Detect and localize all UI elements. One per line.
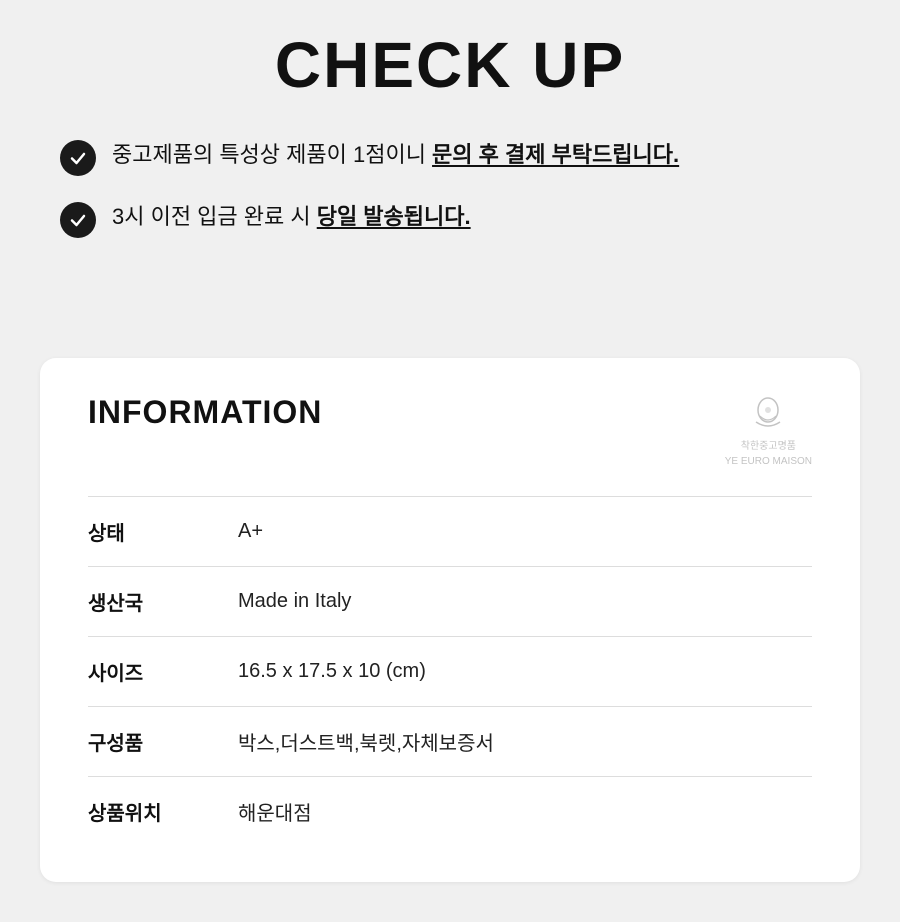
brand-logo-name: 착한중고명품	[741, 440, 796, 453]
info-section-title: INFORMATION	[88, 394, 322, 431]
info-value-status: A+	[238, 520, 263, 543]
brand-logo-sub: YE EURO MAISON	[725, 455, 812, 468]
top-section: CHECK UP 중고제품의 특성상 제품이 1점이니 문의 후 결제 부탁드립…	[0, 0, 900, 298]
info-label-country: 생산국	[88, 587, 198, 616]
info-value-country: Made in Italy	[238, 590, 351, 613]
info-value-location: 해운대점	[238, 797, 312, 826]
info-rows-container: 상태 A+ 생산국 Made in Italy 사이즈 16.5 x 17.5 …	[88, 496, 812, 846]
check-text-2: 3시 이전 입금 완료 시 당일 발송됩니다.	[112, 200, 471, 233]
brand-logo: 착한중고명품 YE EURO MAISON	[725, 394, 812, 468]
page-title: CHECK UP	[60, 28, 840, 102]
check-item-2: 3시 이전 입금 완료 시 당일 발송됩니다.	[60, 200, 840, 238]
info-value-size: 16.5 x 17.5 x 10 (cm)	[238, 660, 426, 683]
info-row-country: 생산국 Made in Italy	[88, 566, 812, 636]
info-row-status: 상태 A+	[88, 496, 812, 566]
check-item-1: 중고제품의 특성상 제품이 1점이니 문의 후 결제 부탁드립니다.	[60, 138, 840, 176]
info-card: INFORMATION 착한중고명품 YE EURO MAISON 상태 A+ …	[40, 358, 860, 882]
info-row-size: 사이즈 16.5 x 17.5 x 10 (cm)	[88, 636, 812, 706]
info-label-status: 상태	[88, 517, 198, 546]
checkmark-icon-1	[60, 140, 96, 176]
info-label-location: 상품위치	[88, 797, 198, 826]
info-section: INFORMATION 착한중고명품 YE EURO MAISON 상태 A+ …	[0, 358, 900, 922]
check-text-1: 중고제품의 특성상 제품이 1점이니 문의 후 결제 부탁드립니다.	[112, 138, 679, 171]
checkmark-icon-2	[60, 202, 96, 238]
spacer	[0, 298, 900, 358]
info-label-size: 사이즈	[88, 657, 198, 686]
brand-logo-svg	[746, 394, 790, 438]
info-header: INFORMATION 착한중고명품 YE EURO MAISON	[88, 394, 812, 468]
info-value-components: 박스,더스트백,북렛,자체보증서	[238, 727, 494, 756]
info-label-components: 구성품	[88, 727, 198, 756]
info-row-location: 상품위치 해운대점	[88, 776, 812, 846]
info-row-components: 구성품 박스,더스트백,북렛,자체보증서	[88, 706, 812, 776]
